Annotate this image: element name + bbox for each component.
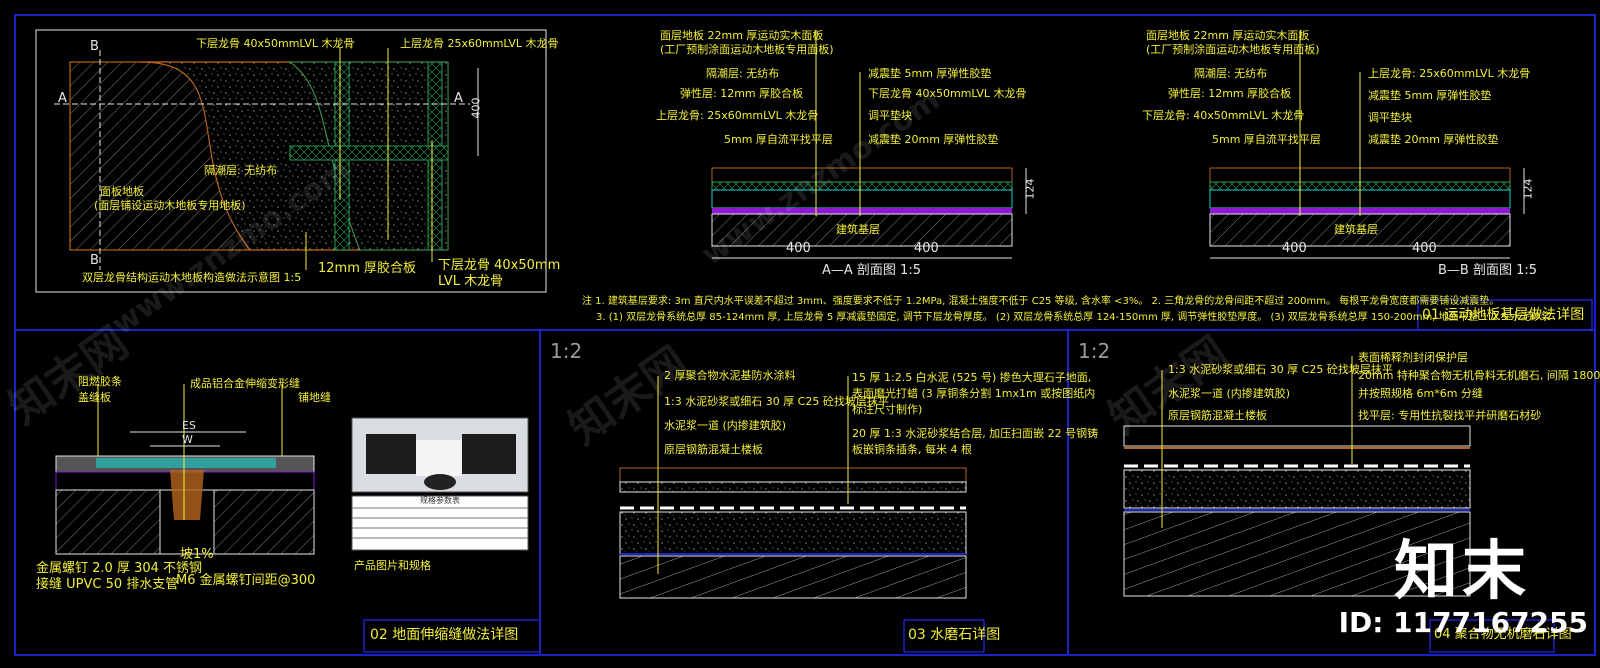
sectionB-label-1: 面层地板 22mm 厚运动实木面板 (1146, 29, 1310, 42)
sectionB-label-4: 弹性层: 12mm 厚胶合板 (1168, 87, 1292, 100)
polymer-left-2: 水泥浆一道 (内掺建筑胶) (1168, 387, 1291, 400)
sectionB-label-6: 5mm 厚自流平找平层 (1212, 133, 1321, 146)
sectionA-label-5: 上层龙骨: 25x60mmLVL 木龙骨 (656, 109, 819, 122)
joint-cover-plate (96, 458, 276, 468)
sectionB-label-2: (工厂预制涂面运动木地板专用面板) (1146, 43, 1320, 56)
plan-lower-joist (289, 145, 449, 161)
sectionB-right-3: 调平垫块 (1368, 111, 1412, 124)
notes-line-1: 注 1. 建筑基层要求: 3m 直尺内水平误差不超过 3mm、强度要求不低于 1… (582, 296, 1500, 307)
plan-top-left-label: 下层龙骨 40x50mmLVL 木龙骨 (196, 37, 355, 50)
plan-plywood-label: 12mm 厚胶合板 (318, 261, 417, 276)
joint-core (170, 470, 204, 520)
product-photo-strip (462, 434, 516, 474)
terrazzo-left-4: 原层钢筋混凝土楼板 (664, 443, 763, 456)
sectionA-dim-400-1: 400 (786, 241, 811, 256)
terrazzo-right-2: 表面磨光打蜡 (3 厚铜条分割 1mx1m 或按图纸内 (852, 387, 1096, 400)
joint-label-3: 成品铝合金伸缩变形缝 (190, 377, 300, 390)
polymer-right-1: 表面稀释剂封闭保护层 (1358, 351, 1468, 364)
sectionA-label-4: 弹性层: 12mm 厚胶合板 (680, 87, 804, 100)
product-photo-strip (366, 434, 416, 474)
terrazzo-right-1: 15 厚 1:2.5 白水泥 (525 号) 掺色大理石子地面, (852, 371, 1092, 384)
section-mark-b-top: B (90, 39, 99, 54)
cad-drawing-sheet: 知末网 www.znzmo.com 知末网 www.znzmo.com 知末网 … (0, 0, 1600, 664)
terrazzo-slab (619, 555, 967, 599)
terrazzo-right-3: 标注尺寸制作) (852, 403, 923, 416)
sectionB-dim-124: 124 (1521, 178, 1535, 200)
polymer-screed (1123, 469, 1471, 509)
sectionA-right-3: 调平垫块 (868, 109, 912, 122)
sectionA-label-2: (工厂预制涂面运动木地板专用面板) (660, 43, 834, 56)
joint-dim-w: W (182, 433, 193, 446)
plan-top-right-label: 上层龙骨 25x60mmLVL 木龙骨 (400, 37, 559, 50)
plan-bottom-right-1: 下层龙骨 40x50mm (438, 258, 561, 273)
plan-left-label-1: 面板地板 (100, 185, 144, 198)
sectionB-dim-400-2: 400 (1412, 241, 1437, 256)
sectionA-title: A—A 剖面图 1:5 (822, 263, 921, 278)
terrazzo-screed (619, 511, 967, 555)
section-mark-b-bottom: B (90, 253, 99, 268)
sectionB-right-2: 减震垫 5mm 厚弹性胶垫 (1368, 89, 1492, 102)
sectionA-label-1: 面层地板 22mm 厚运动实木面板 (660, 29, 824, 42)
panel03-scale: 1:2 (550, 339, 583, 363)
panel01-title: 01 运动地板基层做法详图 (1422, 307, 1585, 323)
sectionB-title: B—B 剖面图 1:5 (1438, 263, 1538, 278)
joint-bottom-right: M6 金属螺钉间距@300 (176, 573, 316, 588)
polymer-top (1123, 425, 1471, 447)
sectionB-right-4: 减震垫 20mm 厚弹性胶垫 (1368, 133, 1499, 146)
section-mark-a-right: A (454, 91, 463, 106)
sectionB-label-3: 隔潮层: 无纺布 (1194, 67, 1268, 80)
brand-logo: 知末 (1394, 535, 1530, 609)
panel02-title: 02 地面伸缩缝做法详图 (370, 627, 519, 643)
plan-center-label: 隔潮层: 无纺布 (204, 164, 278, 177)
terrazzo-left-3: 水泥浆一道 (内掺建筑胶) (664, 419, 787, 432)
sectionA-dim-124: 124 (1023, 178, 1037, 200)
joint-dim-es: ES (182, 419, 196, 432)
joint-label-1: 阻燃胶条 (78, 375, 122, 388)
sectionA-dim-400-2: 400 (914, 241, 939, 256)
panel04-scale: 1:2 (1078, 339, 1111, 363)
spec-table-title: 规格参数表 (420, 496, 460, 505)
sectionA-right-1: 减震垫 5mm 厚弹性胶垫 (868, 67, 992, 80)
sectionA-label-3: 隔潮层: 无纺布 (706, 67, 780, 80)
image-id: ID: 1177167255 (1338, 606, 1588, 639)
terrazzo-left-1: 2 厚聚合物水泥基防水涂料 (664, 369, 796, 382)
terrazzo-bed (619, 481, 967, 493)
joint-bottom-left-2: 接缝 UPVC 50 排水支管 (36, 577, 179, 592)
sectionB-dim-400-1: 400 (1282, 241, 1307, 256)
plan-title: 双层龙骨结构运动木地板构造做法示意图 1:5 (82, 271, 302, 284)
notes-line-2: 3. (1) 双层龙骨系统总厚 85-124mm 厚, 上层龙骨 5 厚减震垫固… (596, 312, 1551, 323)
panel03-title: 03 水磨石详图 (908, 627, 1001, 643)
sectionA-plywood (711, 181, 1013, 191)
plan-left-label-2: (面层铺设运动木地板专用地板) (94, 199, 246, 212)
sectionB-right-1: 上层龙骨: 25x60mmLVL 木龙骨 (1368, 67, 1531, 80)
sectionB-base-label: 建筑基层 (1334, 223, 1378, 236)
sectionA-right-4: 减震垫 20mm 厚弹性胶垫 (868, 133, 999, 146)
terrazzo-surface (619, 467, 967, 483)
polymer-left-3: 原层钢筋混凝土楼板 (1168, 409, 1267, 422)
sectionA-label-6: 5mm 厚自流平找平层 (724, 133, 833, 146)
sectionB-label-5: 下层龙骨: 40x50mmLVL 木龙骨 (1142, 109, 1305, 122)
sectionA-base-label: 建筑基层 (836, 223, 880, 236)
terrazzo-right-5: 板嵌铜条插条, 每米 4 根 (852, 443, 972, 456)
photo-caption: 产品图片和规格 (354, 559, 431, 572)
polymer-right-4: 找平层: 专用性抗裂找平并研磨石材砂 (1358, 409, 1542, 422)
plan-dim-400: 400 (469, 97, 483, 119)
joint-label-4: 铺地缝 (298, 391, 331, 404)
plan-bottom-right-2: LVL 木龙骨 (438, 274, 504, 289)
section-mark-a-left: A (58, 91, 67, 106)
polymer-right-2: 20mm 特种聚合物无机骨料无机磨石, 间隔 1800 目 (1358, 369, 1600, 382)
polymer-right-3: 并按照规格 6m*6m 分缝 (1358, 387, 1483, 400)
joint-label-2: 盖缝板 (78, 391, 111, 404)
terrazzo-right-4: 20 厚 1:3 水泥砂浆结合层, 加压扫面嵌 22 号钢铸 (852, 427, 1099, 440)
product-photo-rubber (424, 474, 456, 490)
product-photo-plate (416, 440, 462, 476)
sectionA-right-2: 下层龙骨 40x50mmLVL 木龙骨 (868, 87, 1027, 100)
